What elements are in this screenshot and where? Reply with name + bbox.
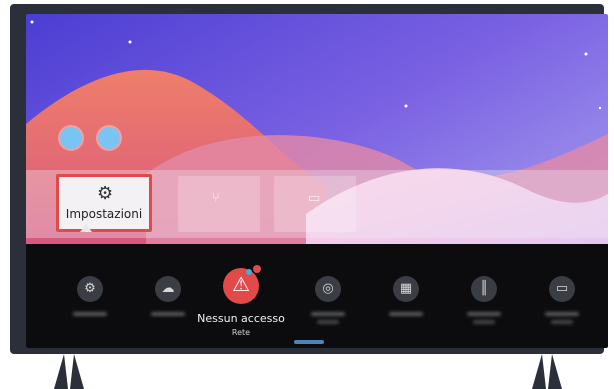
network-status-label: Nessun accesso bbox=[197, 312, 285, 325]
tv-screen: ⚙ Impostazioni ⑂ ▭ ⚙ ☁ ⚠ Nessun accesso bbox=[26, 14, 608, 348]
network-status-icon: ⚠ bbox=[223, 265, 261, 304]
profile-avatar[interactable] bbox=[98, 127, 120, 149]
blurred-label bbox=[311, 312, 345, 316]
tv-indicator bbox=[294, 340, 324, 344]
tv-icon: ▭ bbox=[308, 191, 321, 206]
settings-tile-label: Impostazioni bbox=[65, 207, 143, 221]
quick-settings-row: ⚙ Impostazioni ⑂ ▭ bbox=[26, 170, 608, 238]
gear-icon: ⚙ bbox=[97, 183, 114, 204]
quick-tile-share[interactable]: ⑂ bbox=[178, 176, 260, 232]
monitor-icon: ▭ bbox=[549, 276, 575, 302]
picture-icon: ▦ bbox=[393, 276, 419, 302]
notification-badge bbox=[253, 265, 261, 273]
tv-stand-left bbox=[54, 354, 68, 389]
profile-avatar[interactable] bbox=[60, 127, 82, 149]
tv-frame: ⚙ Impostazioni ⑂ ▭ ⚙ ☁ ⚠ Nessun accesso bbox=[10, 4, 608, 354]
blurred-label bbox=[545, 312, 579, 316]
blurred-label bbox=[151, 312, 185, 316]
tv-stand-right bbox=[548, 354, 562, 389]
blurred-label bbox=[473, 320, 495, 324]
tv-stand-left bbox=[70, 354, 84, 389]
menu-item-network[interactable]: ⚠ Nessun accesso Rete bbox=[186, 265, 296, 337]
target-icon: ◎ bbox=[315, 276, 341, 302]
settings-tile[interactable]: ⚙ Impostazioni bbox=[56, 174, 152, 232]
menu-item-eco[interactable]: ◎ bbox=[298, 276, 358, 324]
blurred-label bbox=[467, 312, 501, 316]
blurred-label bbox=[317, 320, 339, 324]
share-icon: ⑂ bbox=[212, 191, 220, 206]
menu-item-sound[interactable]: ║ bbox=[454, 276, 514, 324]
menu-item-display[interactable]: ▭ bbox=[532, 276, 592, 324]
blurred-label bbox=[551, 320, 573, 324]
blurred-label bbox=[389, 312, 423, 316]
tv-stand-right bbox=[532, 354, 546, 389]
network-sublabel: Rete bbox=[231, 328, 251, 337]
sound-icon: ║ bbox=[471, 276, 497, 302]
quick-tile-tv[interactable]: ▭ bbox=[274, 176, 356, 232]
blurred-label bbox=[73, 312, 107, 316]
gear-icon: ⚙ bbox=[77, 276, 103, 302]
cloud-icon: ☁ bbox=[155, 276, 181, 302]
menu-item-picture[interactable]: ▦ bbox=[376, 276, 436, 316]
focus-pointer bbox=[80, 224, 92, 232]
warning-icon: ⚠ bbox=[232, 272, 250, 296]
menu-item-general[interactable]: ⚙ bbox=[60, 276, 120, 316]
